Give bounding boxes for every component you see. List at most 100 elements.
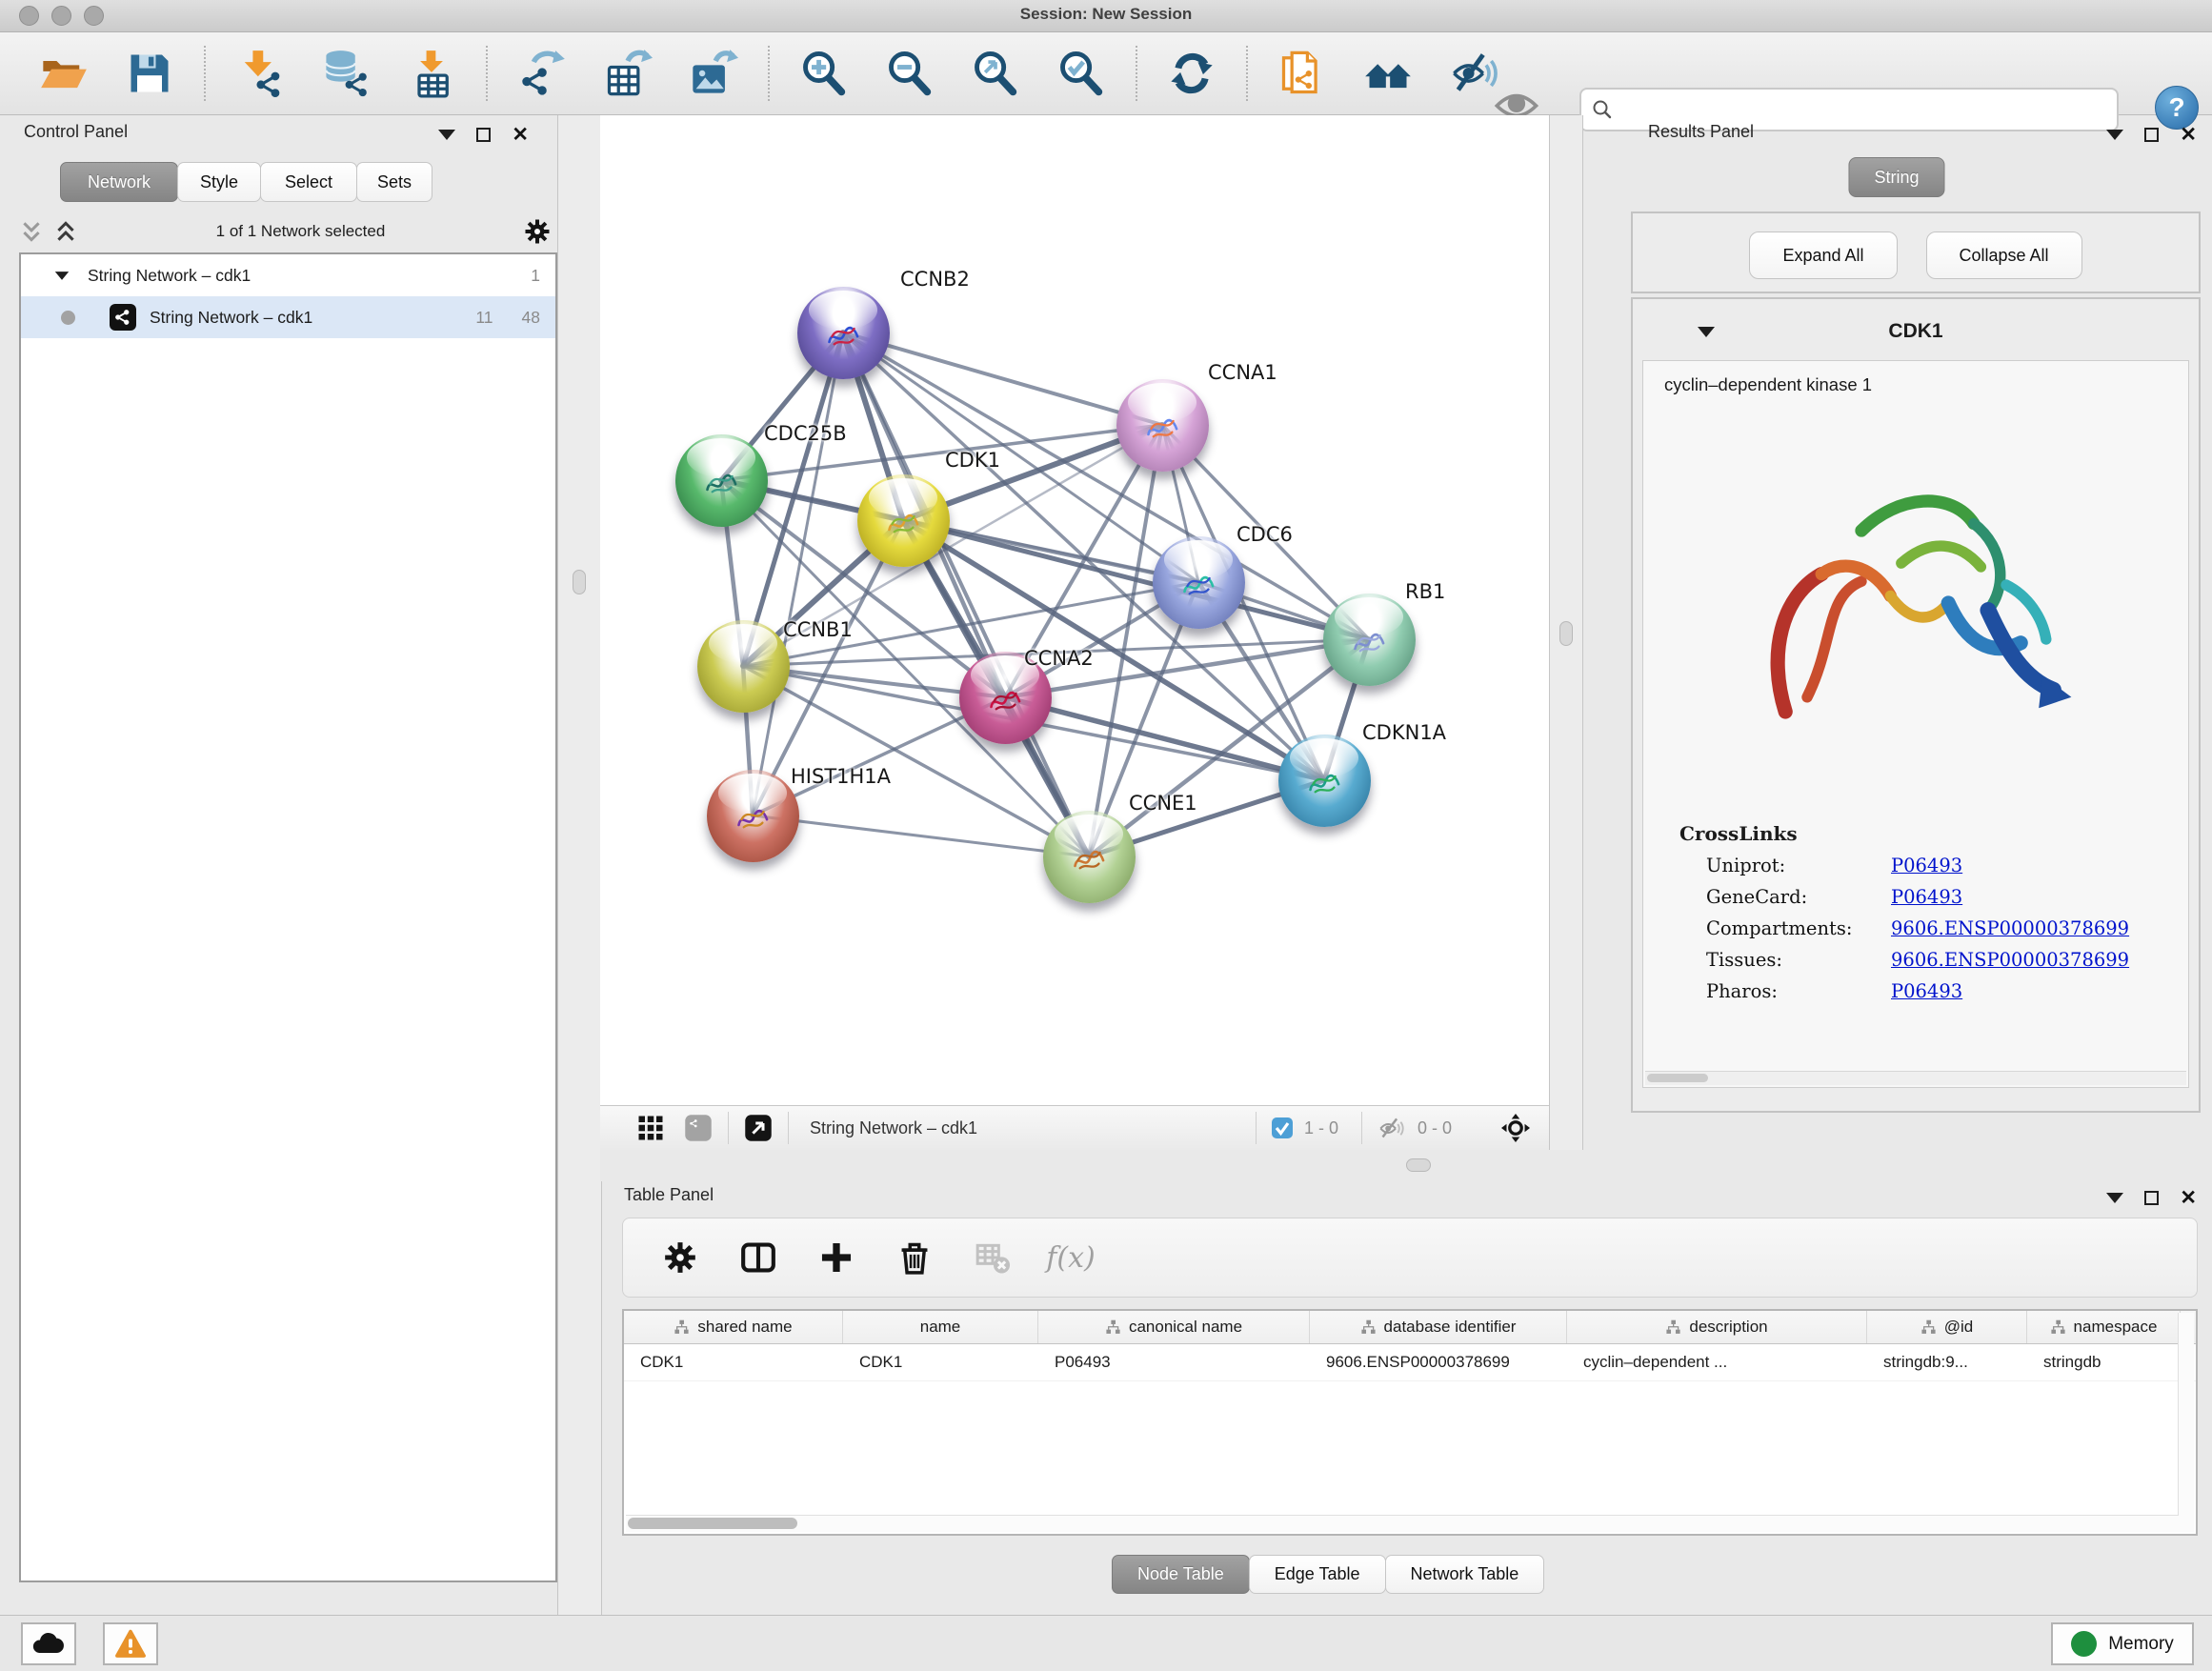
table-vertical-scrollbar[interactable] bbox=[2178, 1313, 2194, 1532]
expand-all-button[interactable]: Expand All bbox=[1749, 232, 1897, 279]
panel-menu-icon[interactable] bbox=[2106, 1193, 2123, 1203]
import-network-from-database-icon[interactable] bbox=[320, 48, 372, 99]
memory-button[interactable]: Memory bbox=[2051, 1622, 2194, 1665]
network-view[interactable]: CCNB2CCNA1CDC25BCDK1CDC6RB1CCNB1CCNA2CDK… bbox=[600, 115, 1549, 1105]
horizontal-splitter-grip[interactable] bbox=[1406, 1158, 1431, 1172]
network-options-gear-icon[interactable] bbox=[523, 217, 552, 246]
tab-style[interactable]: Style bbox=[177, 162, 261, 202]
network-node-rb1[interactable] bbox=[1323, 594, 1416, 686]
network-node-ccne1[interactable] bbox=[1043, 811, 1136, 903]
first-neighbors-icon[interactable] bbox=[1362, 48, 1414, 99]
collapse-all-button[interactable]: Collapse All bbox=[1926, 232, 2082, 279]
crosslink-value-link[interactable]: 9606.ENSP00000378699 bbox=[1891, 949, 2129, 971]
network-column-icon bbox=[1360, 1319, 1377, 1336]
crosslink-value-link[interactable]: P06493 bbox=[1891, 855, 1962, 876]
table-cell: CDK1 bbox=[624, 1344, 843, 1380]
tab-edge-table[interactable]: Edge Table bbox=[1249, 1555, 1386, 1594]
warning-button[interactable] bbox=[103, 1622, 158, 1665]
network-node-cdc6[interactable] bbox=[1153, 536, 1245, 629]
collection-expand-icon[interactable] bbox=[55, 272, 69, 280]
tab-node-table[interactable]: Node Table bbox=[1112, 1555, 1250, 1594]
open-in-window-icon[interactable] bbox=[742, 1112, 774, 1144]
show-columns-icon[interactable] bbox=[739, 1238, 777, 1277]
table-row[interactable]: CDK1CDK1P064939606.ENSP00000378699cyclin… bbox=[624, 1344, 2196, 1381]
crosslinks-list: Uniprot:P06493GeneCard:P06493Compartment… bbox=[1643, 855, 2188, 1002]
zoom-fit-icon[interactable] bbox=[970, 48, 1021, 99]
tab-string[interactable]: String bbox=[1848, 157, 1944, 197]
tab-sets[interactable]: Sets bbox=[356, 162, 432, 202]
network-node-cdc25b[interactable] bbox=[675, 434, 768, 527]
network-node-hist1h1a[interactable] bbox=[707, 770, 799, 862]
tab-network-table[interactable]: Network Table bbox=[1385, 1555, 1545, 1594]
table-settings-icon[interactable] bbox=[661, 1238, 699, 1277]
column-header-name[interactable]: name bbox=[843, 1311, 1038, 1343]
panel-close-icon[interactable]: ✕ bbox=[2180, 125, 2197, 145]
panel-close-icon[interactable]: ✕ bbox=[512, 125, 529, 145]
left-splitter-grip[interactable] bbox=[573, 570, 586, 594]
column-header-description[interactable]: description bbox=[1567, 1311, 1867, 1343]
network-overview-icon[interactable] bbox=[682, 1112, 714, 1144]
panel-menu-icon[interactable] bbox=[438, 130, 455, 140]
panel-float-icon[interactable] bbox=[2144, 128, 2159, 142]
selected-count: 1 - 0 bbox=[1304, 1118, 1338, 1138]
network-node-ccna1[interactable] bbox=[1116, 379, 1209, 472]
toolbar-separator bbox=[204, 46, 206, 101]
apply-layout-icon[interactable] bbox=[1166, 48, 1217, 99]
panel-float-icon[interactable] bbox=[2144, 1191, 2159, 1205]
zoom-in-icon[interactable] bbox=[798, 48, 850, 99]
node-table[interactable]: shared namenamecanonical namedatabase id… bbox=[622, 1309, 2198, 1536]
delete-column-icon[interactable] bbox=[895, 1238, 934, 1277]
section-collapse-icon[interactable] bbox=[1698, 327, 1715, 337]
duplicate-network-icon[interactable] bbox=[1277, 48, 1328, 99]
column-header-shared-name[interactable]: shared name bbox=[624, 1311, 843, 1343]
panel-close-icon[interactable]: ✕ bbox=[2180, 1188, 2197, 1208]
column-header-canonical-name[interactable]: canonical name bbox=[1038, 1311, 1310, 1343]
function-builder-icon: f(x) bbox=[1052, 1238, 1090, 1277]
network-node-cdkn1a[interactable] bbox=[1278, 735, 1371, 827]
crosslink-value-link[interactable]: P06493 bbox=[1891, 886, 1962, 908]
crosslink-value-link[interactable]: 9606.ENSP00000378699 bbox=[1891, 917, 2129, 939]
center-view-icon[interactable] bbox=[1499, 1112, 1532, 1144]
hidden-eye-icon[interactable] bbox=[1376, 1112, 1408, 1144]
zoom-out-icon[interactable] bbox=[884, 48, 935, 99]
tab-network[interactable]: Network bbox=[60, 162, 178, 202]
selected-checkbox-icon[interactable] bbox=[1270, 1112, 1295, 1144]
column-header-database-identifier[interactable]: database identifier bbox=[1310, 1311, 1567, 1343]
results-scrollbar[interactable] bbox=[1645, 1071, 2186, 1085]
network-column-icon bbox=[1105, 1319, 1121, 1336]
export-table-icon[interactable] bbox=[602, 48, 654, 99]
open-session-icon[interactable] bbox=[38, 48, 90, 99]
export-image-icon[interactable] bbox=[688, 48, 739, 99]
table-cell: stringdb:9... bbox=[1867, 1344, 2027, 1380]
export-network-icon[interactable] bbox=[516, 48, 568, 99]
column-header--id[interactable]: @id bbox=[1867, 1311, 2027, 1343]
network-node-ccnb1[interactable] bbox=[697, 620, 790, 713]
zoom-selected-icon[interactable] bbox=[1056, 48, 1107, 99]
import-network-icon[interactable] bbox=[234, 48, 286, 99]
expand-all-icon[interactable] bbox=[53, 219, 78, 244]
panel-float-icon[interactable] bbox=[476, 128, 491, 142]
network-node-cdk1[interactable] bbox=[857, 474, 950, 567]
save-session-icon[interactable] bbox=[124, 48, 175, 99]
warning-icon bbox=[114, 1628, 147, 1661]
right-splitter-grip[interactable] bbox=[1559, 621, 1573, 646]
horizontal-splitter[interactable] bbox=[600, 1150, 2212, 1181]
network-current-dot bbox=[61, 311, 75, 325]
tab-select[interactable]: Select bbox=[260, 162, 357, 202]
crosslink-value-link[interactable]: P06493 bbox=[1891, 980, 1962, 1002]
left-splitter[interactable] bbox=[557, 115, 602, 1615]
birdseye-grid-icon[interactable] bbox=[634, 1112, 667, 1144]
add-column-icon[interactable] bbox=[817, 1238, 855, 1277]
window-titlebar: Session: New Session bbox=[0, 0, 2212, 32]
network-row[interactable]: String Network – cdk1 11 48 bbox=[21, 296, 555, 338]
network-selected-status: 1 of 1 Network selected bbox=[78, 222, 523, 241]
right-splitter[interactable] bbox=[1549, 115, 1583, 1155]
collapse-all-icon[interactable] bbox=[19, 219, 44, 244]
network-node-ccnb2[interactable] bbox=[797, 287, 890, 379]
table-horizontal-scrollbar[interactable] bbox=[626, 1515, 2179, 1532]
cloud-status-button[interactable] bbox=[21, 1622, 76, 1665]
network-collection-row[interactable]: String Network – cdk1 1 bbox=[21, 254, 555, 296]
column-header-namespace[interactable]: namespace bbox=[2027, 1311, 2181, 1343]
panel-menu-icon[interactable] bbox=[2106, 130, 2123, 140]
import-table-icon[interactable] bbox=[406, 48, 457, 99]
